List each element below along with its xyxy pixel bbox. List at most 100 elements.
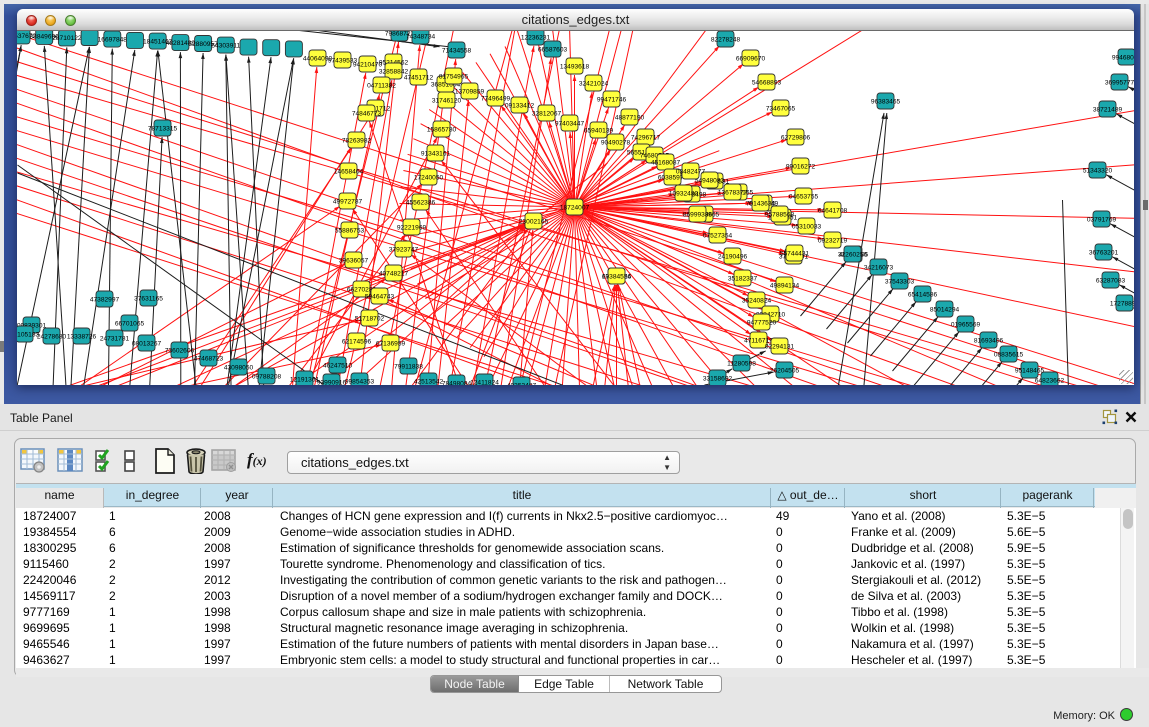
svg-text:03482477: 03482477 bbox=[676, 168, 706, 175]
svg-text:12411824: 12411824 bbox=[470, 379, 499, 385]
svg-text:09232719: 09232719 bbox=[818, 237, 848, 244]
svg-text:55886753: 55886753 bbox=[335, 227, 365, 234]
svg-text:51343320: 51343320 bbox=[1083, 167, 1113, 174]
svg-text:23002165: 23002165 bbox=[519, 218, 549, 225]
svg-text:71434558: 71434558 bbox=[442, 47, 472, 54]
svg-text:05310033: 05310033 bbox=[792, 223, 822, 230]
svg-text:82278248: 82278248 bbox=[711, 36, 741, 43]
svg-text:95788568: 95788568 bbox=[765, 211, 795, 218]
svg-text:64823662: 64823662 bbox=[1035, 377, 1065, 384]
svg-text:66701065: 66701065 bbox=[115, 320, 145, 327]
svg-text:73467065: 73467065 bbox=[766, 105, 796, 112]
svg-text:13338726: 13338726 bbox=[67, 333, 97, 340]
svg-text:93990916: 93990916 bbox=[317, 379, 347, 385]
svg-text:59464743: 59464743 bbox=[365, 293, 395, 300]
svg-text:02294131: 02294131 bbox=[765, 343, 795, 350]
svg-text:99854353: 99854353 bbox=[345, 378, 375, 385]
svg-text:19384554: 19384554 bbox=[602, 273, 632, 280]
svg-text:77496499: 77496499 bbox=[481, 95, 511, 102]
svg-text:04653755: 04653755 bbox=[789, 193, 819, 200]
svg-text:31746120: 31746120 bbox=[432, 97, 462, 104]
svg-text:73602606: 73602606 bbox=[165, 347, 195, 354]
svg-text:47382997: 47382997 bbox=[90, 296, 120, 303]
svg-text:81693406: 81693406 bbox=[974, 337, 1004, 344]
svg-text:90490278: 90490278 bbox=[601, 139, 631, 146]
svg-text:70143634: 70143634 bbox=[746, 200, 776, 207]
svg-text:48877190: 48877190 bbox=[615, 114, 645, 121]
svg-text:63287083: 63287083 bbox=[1096, 277, 1126, 284]
svg-text:09133412: 09133412 bbox=[505, 102, 535, 109]
svg-text:13493618: 13493618 bbox=[560, 63, 590, 70]
svg-text:14658404: 14658404 bbox=[334, 168, 364, 175]
svg-text:62729806: 62729806 bbox=[781, 134, 811, 141]
svg-text:24278680: 24278680 bbox=[37, 333, 67, 340]
svg-text:97403447: 97403447 bbox=[555, 120, 585, 127]
svg-text:99468044: 99468044 bbox=[1112, 54, 1134, 61]
svg-text:94777520: 94777520 bbox=[747, 319, 777, 326]
svg-text:37923747: 37923747 bbox=[389, 246, 419, 253]
svg-text:45562386: 45562386 bbox=[406, 199, 436, 206]
svg-text:39636057: 39636057 bbox=[339, 257, 369, 264]
svg-text:96383465: 96383465 bbox=[871, 98, 901, 105]
svg-text:46247510: 46247510 bbox=[323, 362, 353, 369]
svg-text:37543303: 37543303 bbox=[885, 278, 915, 285]
svg-text:15865780: 15865780 bbox=[427, 126, 457, 133]
svg-text:51718702: 51718702 bbox=[355, 315, 385, 322]
svg-text:13709859: 13709859 bbox=[455, 88, 485, 95]
svg-text:45168087: 45168087 bbox=[651, 159, 681, 166]
svg-text:66587603: 66587603 bbox=[538, 46, 568, 53]
svg-text:64641708: 64641708 bbox=[818, 207, 848, 214]
svg-text:24190496: 24190496 bbox=[718, 253, 748, 260]
svg-text:74846773: 74846773 bbox=[352, 110, 382, 117]
svg-text:79911838: 79911838 bbox=[394, 363, 423, 370]
svg-text:43098050: 43098050 bbox=[224, 364, 254, 371]
svg-text:55744431: 55744431 bbox=[780, 250, 810, 257]
svg-text:28710122: 28710122 bbox=[52, 35, 82, 42]
svg-text:86999386: 86999386 bbox=[683, 211, 713, 218]
svg-text:09788208: 09788208 bbox=[252, 373, 282, 380]
svg-text:18724007: 18724007 bbox=[560, 204, 590, 211]
svg-text:99471746: 99471746 bbox=[597, 96, 627, 103]
svg-text:32421024: 32421024 bbox=[579, 80, 609, 87]
svg-text:13678377: 13678377 bbox=[718, 189, 748, 196]
svg-text:17240050: 17240050 bbox=[414, 174, 444, 181]
svg-text:81754965: 81754965 bbox=[439, 73, 469, 80]
svg-text:78498084: 78498084 bbox=[442, 380, 472, 385]
svg-text:38721489: 38721489 bbox=[1093, 106, 1123, 113]
svg-text:08835615: 08835615 bbox=[994, 351, 1024, 358]
svg-text:54303911: 54303911 bbox=[211, 42, 240, 49]
svg-text:40748217: 40748217 bbox=[379, 270, 409, 277]
svg-text:95148465: 95148465 bbox=[1015, 367, 1045, 374]
svg-text:67136959: 67136959 bbox=[376, 340, 406, 347]
svg-text:92221969: 92221969 bbox=[397, 224, 427, 231]
svg-text:10932480: 10932480 bbox=[669, 190, 699, 197]
svg-text:03791769: 03791769 bbox=[1087, 216, 1117, 223]
svg-text:74296717: 74296717 bbox=[631, 134, 661, 141]
svg-text:47468723: 47468723 bbox=[194, 355, 224, 362]
svg-text:85014294: 85014294 bbox=[930, 306, 960, 313]
svg-text:78263982: 78263982 bbox=[342, 137, 372, 144]
svg-text:16697848: 16697848 bbox=[98, 36, 128, 43]
svg-text:74348734: 74348734 bbox=[406, 33, 436, 40]
svg-text:42513542: 42513542 bbox=[414, 378, 444, 385]
svg-text:12236231: 12236231 bbox=[521, 34, 551, 41]
svg-text:17278895: 17278895 bbox=[1110, 300, 1134, 307]
svg-text:49972787: 49972787 bbox=[333, 198, 363, 205]
svg-text:91343161: 91343161 bbox=[421, 150, 451, 157]
svg-text:04711382: 04711382 bbox=[367, 82, 396, 89]
svg-text:99016272: 99016272 bbox=[786, 163, 816, 170]
svg-text:54948083: 54948083 bbox=[695, 177, 725, 184]
svg-text:49894134: 49894134 bbox=[770, 282, 800, 289]
svg-text:24731781: 24731781 bbox=[100, 335, 130, 342]
svg-text:78713315: 78713315 bbox=[148, 125, 178, 132]
svg-text:12191361: 12191361 bbox=[290, 376, 320, 383]
svg-text:32812067: 32812067 bbox=[532, 110, 562, 117]
svg-text:08013267: 08013267 bbox=[132, 340, 162, 347]
svg-text:49353487: 49353487 bbox=[507, 382, 537, 385]
svg-text:07527354: 07527354 bbox=[703, 232, 733, 239]
svg-text:34216073: 34216073 bbox=[864, 264, 894, 271]
svg-text:65414586: 65414586 bbox=[908, 291, 938, 298]
svg-text:11280598: 11280598 bbox=[727, 360, 756, 367]
svg-text:36763201: 36763201 bbox=[1089, 249, 1119, 256]
svg-text:54668893: 54668893 bbox=[752, 79, 782, 86]
